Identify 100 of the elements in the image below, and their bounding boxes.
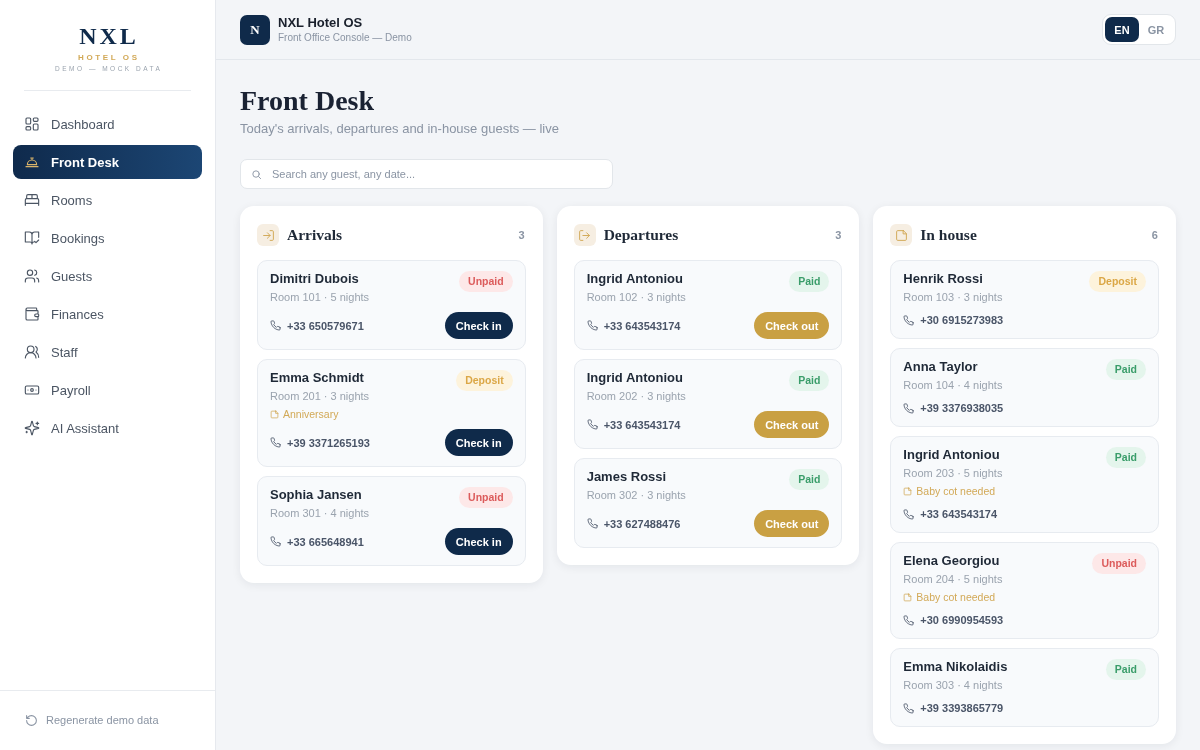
phone-icon [586,419,598,430]
panel-count: 6 [1151,229,1159,241]
phone-number: +39 3376938035 [920,401,1004,416]
check-in-button[interactable]: Check in [444,528,513,555]
brand-tagline: HOTEL OS [77,52,140,63]
sparkle-icon [24,420,40,436]
app-subtitle: Front Office Console — Demo [278,31,412,44]
people-icon [24,268,40,284]
phone-number: +33 643543174 [920,507,998,522]
nav-item[interactable]: Payroll [13,373,202,407]
payment-badge: Unpaid [1092,553,1146,574]
room-info: Room 301 · 4 nights [270,506,370,521]
brand-name: NXL [78,22,139,50]
nav-item[interactable]: Rooms [13,183,202,217]
room-info: Room 202 · 3 nights [586,389,686,404]
phone-icon [903,402,915,414]
exit-icon [573,224,596,246]
phone-number: +30 6990954593 [920,613,1004,628]
nav-item[interactable]: Front Desk [13,145,202,179]
phone-number: +33 650579671 [287,318,364,334]
guest-name: Henrik Rossi [903,270,983,288]
search-icon [251,168,262,180]
payment-badge: Unpaid [459,487,513,508]
book-icon [24,230,40,246]
phone-icon [586,518,598,529]
guest-name: Ingrid Antoniou [586,369,683,387]
guest-card[interactable]: Elena Georgiou Room 204 · 5 nights Baby cot needed Unpaid +30 6990954593 [890,542,1159,639]
logo-mark: N [240,14,270,45]
guest-name: Emma Nikolaidis [903,658,1008,676]
nav-item[interactable]: AI Assistant [13,411,202,445]
guest-card[interactable]: Emma Schmidt Room 201 · 3 nights Anniversary Deposit +39 3371265193 Check in [257,359,526,467]
guest-card[interactable]: James Rossi Room 302 · 3 nights Paid +33 627488476 Check out [573,458,843,548]
phone-icon [903,702,915,714]
refresh-icon [25,713,38,727]
payment-badge: Paid [789,271,830,292]
room-info: Room 102 · 3 nights [586,290,686,305]
phone-icon [270,437,281,448]
search-field[interactable]: Search any guest, any date... [240,159,613,189]
nav-item[interactable]: Staff [13,335,202,369]
check-in-button[interactable]: Check in [444,312,513,339]
guest-name: Emma Schmidt [270,369,364,387]
guest-card[interactable]: Anna Taylor Room 104 · 4 nights Paid +39 3376938035 [890,348,1159,427]
payment-badge: Deposit [1089,271,1146,292]
phone-number: +33 627488476 [603,516,681,532]
enter-icon [257,224,279,246]
note-icon [270,410,279,419]
phone-number: +30 6915273983 [920,313,1004,328]
guest-name: Sophia Jansen [270,486,362,504]
phone-number: +33 643543174 [603,318,681,334]
guest-note: Baby cot needed [916,484,996,499]
phone-icon [903,508,915,520]
guest-name: Ingrid Antoniou [586,270,683,288]
language-option[interactable]: EN [1105,17,1139,42]
phone-number: +33 665648941 [287,534,364,550]
room-info: Room 203 · 5 nights [903,466,1003,481]
room-info: Room 303 · 4 nights [903,678,1003,693]
room-info: Room 101 · 5 nights [270,290,370,305]
nav-item[interactable]: Guests [13,259,202,293]
guest-name: Ingrid Antoniou [903,446,1000,464]
payment-badge: Unpaid [459,271,513,292]
room-info: Room 302 · 3 nights [586,488,686,503]
check-in-button[interactable]: Check in [444,429,513,456]
panel-title: Arrivals [287,226,343,244]
phone-icon [586,320,598,331]
phone-icon [270,320,281,331]
guest-name: Dimitri Dubois [270,270,359,288]
payment-badge: Paid [1105,359,1146,380]
payment-badge: Paid [789,469,830,490]
nav-item[interactable]: Dashboard [13,107,202,141]
banknote-icon [24,382,40,398]
guest-card[interactable]: Emma Nikolaidis Room 303 · 4 nights Paid +39 3393865779 [890,648,1159,727]
note-icon [903,487,913,496]
guest-name: Anna Taylor [903,358,978,376]
guest-card[interactable]: Sophia Jansen Room 301 · 4 nights Unpaid +33 665648941 Check in [257,476,526,566]
guest-card[interactable]: Ingrid Antoniou Room 202 · 3 nights Paid +33 643543174 Check out [573,359,843,449]
guest-note: Anniversary [283,407,339,422]
panel-title: In house [920,226,977,244]
payment-badge: Deposit [456,370,513,391]
guest-card[interactable]: Henrik Rossi Room 103 · 3 nights Deposit +30 6915273983 [890,260,1159,339]
grid-icon [24,116,40,132]
payment-badge: Paid [1105,447,1146,468]
note-icon [903,593,913,602]
nav-item[interactable]: Bookings [13,221,202,255]
room-info: Room 201 · 3 nights [270,389,370,404]
guest-name: James Rossi [586,468,667,486]
guest-note: Baby cot needed [916,590,996,605]
room-info: Room 204 · 5 nights [903,572,1003,587]
guest-card[interactable]: Ingrid Antoniou Room 203 · 5 nights Baby cot needed Paid +33 643543174 [890,436,1159,533]
nav-item[interactable]: Finances [13,297,202,331]
room-info: Room 104 · 4 nights [903,378,1003,393]
people-icon [24,344,40,360]
bed-icon [24,192,40,208]
phone-icon [903,314,915,326]
phone-number: +39 3371265193 [287,435,370,451]
guest-card[interactable]: Dimitri Dubois Room 101 · 5 nights Unpaid +33 650579671 Check in [257,260,526,350]
guest-card[interactable]: Ingrid Antoniou Room 102 · 3 nights Paid +33 643543174 Check out [573,260,843,350]
wallet-icon [24,306,40,322]
phone-icon [270,536,281,547]
room-info: Room 103 · 3 nights [903,290,1003,305]
page-title: Front Desk [240,84,375,118]
